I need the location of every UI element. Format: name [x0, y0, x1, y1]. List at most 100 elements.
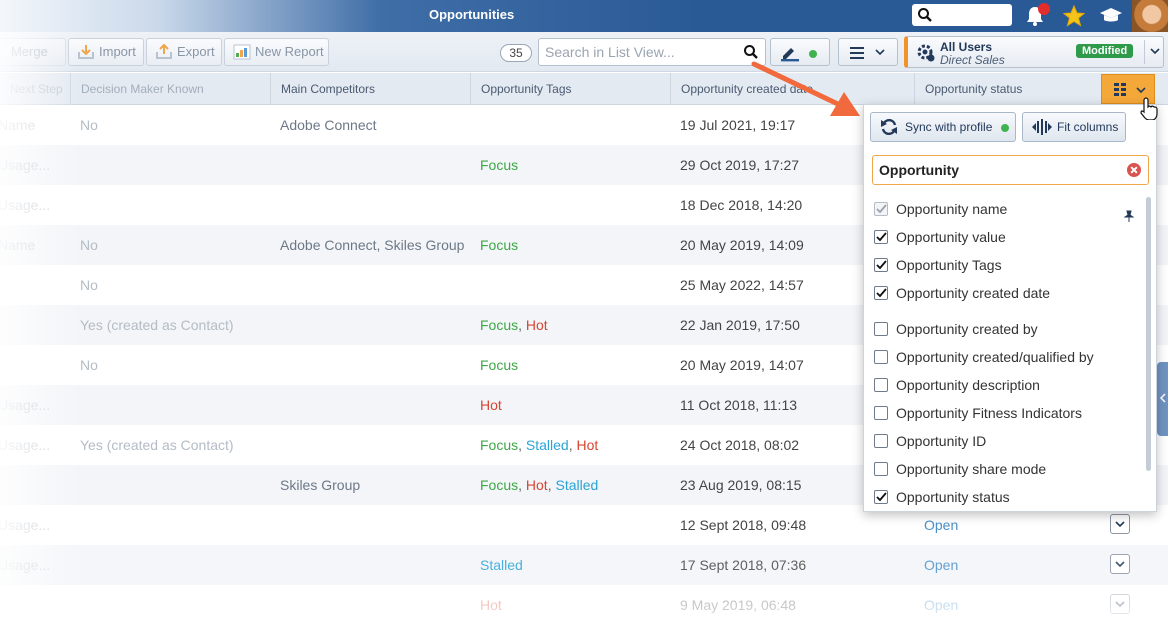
column-option-checkbox[interactable] [874, 462, 888, 476]
checkmark-icon [876, 232, 887, 242]
column-option-checkbox[interactable] [874, 434, 888, 448]
checkmark-icon [876, 260, 887, 270]
column-filter-field[interactable] [872, 155, 1149, 185]
column-option-checkbox[interactable] [874, 202, 888, 216]
column-option-checkbox[interactable] [874, 490, 888, 504]
new-report-button[interactable]: New Report [224, 38, 329, 66]
column-header-row: Next Step Decision Maker Known Main Comp… [0, 73, 1168, 105]
report-icon [233, 44, 251, 60]
list-view-search-input[interactable] [545, 43, 735, 61]
column-header-opportunity-tags[interactable]: Opportunity Tags [470, 73, 670, 105]
column-option[interactable]: Opportunity ID [872, 427, 1134, 455]
tag-hot[interactable]: Hot [526, 477, 548, 493]
global-search[interactable] [912, 4, 1012, 26]
chevron-down-icon [1115, 521, 1125, 528]
tag-hot[interactable]: Hot [577, 437, 599, 453]
sync-with-profile-button[interactable]: Sync with profile [870, 112, 1016, 142]
user-avatar[interactable] [1132, 0, 1168, 32]
import-icon [78, 45, 94, 59]
cell-status: Open [924, 557, 959, 573]
column-header-decision-maker[interactable]: Decision Maker Known [70, 73, 270, 105]
panel-scrollbar[interactable] [1146, 197, 1151, 471]
cell-created-date: 18 Dec 2018, 14:20 [680, 197, 803, 213]
tag-hot[interactable]: Hot [480, 597, 502, 613]
column-option-label: Opportunity ID [896, 433, 987, 449]
column-option-label: Opportunity created date [896, 285, 1051, 301]
cell-created-date: 29 Oct 2019, 17:27 [680, 157, 800, 173]
tag-focus[interactable]: Focus [480, 357, 518, 373]
column-option[interactable]: Opportunity created by [872, 315, 1134, 343]
view-profile-selector[interactable]: All Users Direct Sales Modified [904, 36, 1164, 68]
column-option-label: Opportunity created/qualified by [896, 349, 1094, 365]
cell-decision-maker: Yes (created as Contact) [80, 317, 234, 333]
column-filter-input[interactable] [879, 161, 1119, 179]
column-header-status[interactable]: Opportunity status [914, 73, 1100, 105]
notification-badge [1038, 3, 1050, 15]
cell-created-date: 20 May 2019, 14:07 [680, 357, 804, 373]
tag-focus[interactable]: Focus [480, 317, 518, 333]
column-chooser-panel: Sync with profile Fit columns Opportunit… [863, 104, 1157, 512]
title-bar: Opportunities [0, 0, 1168, 32]
cell-main-competitors: Adobe Connect [280, 117, 377, 133]
cell-created-date: 25 May 2022, 14:57 [680, 277, 804, 293]
chevron-down-icon[interactable] [1150, 47, 1160, 55]
favorites-star-icon[interactable] [1062, 4, 1086, 28]
column-option-label: Opportunity Fitness Indicators [896, 405, 1082, 421]
column-option[interactable]: Opportunity description [872, 371, 1134, 399]
list-view-search[interactable] [538, 38, 766, 66]
annotation-arrow-icon [751, 61, 860, 116]
cell-created-date: 9 May 2019, 06:48 [680, 597, 796, 613]
export-button[interactable]: Export [146, 38, 222, 66]
column-option[interactable]: Opportunity name [872, 195, 1135, 223]
column-header-main-competitors[interactable]: Main Competitors [270, 73, 470, 105]
table-row[interactable]: Usage... Stalled 17 Sept 2018, 07:36 Open [0, 545, 1168, 585]
merge-button[interactable]: Merge [0, 38, 66, 66]
chevron-left-icon [1159, 393, 1166, 403]
side-panel-toggle[interactable] [1157, 362, 1168, 436]
tag-stalled[interactable]: Stalled [526, 437, 569, 453]
tag-focus[interactable]: Focus [480, 437, 518, 453]
column-option[interactable]: Opportunity status [872, 483, 1134, 511]
toolbar: Merge Import Export New Report 35 All Us… [0, 32, 1168, 72]
column-option-checkbox[interactable] [874, 258, 888, 272]
column-option-checkbox[interactable] [874, 230, 888, 244]
search-icon [918, 8, 932, 22]
cell-status: Open [924, 597, 959, 613]
cell-next-step: Usage... [0, 397, 51, 413]
row-actions-button[interactable] [1110, 514, 1130, 534]
table-row[interactable]: Hot 9 May 2019, 06:48 Open [0, 585, 1168, 625]
column-option-checkbox[interactable] [874, 378, 888, 392]
app-title: Opportunities [429, 7, 515, 22]
tag-hot[interactable]: Hot [526, 317, 548, 333]
cell-opportunity-tags: Hot [480, 585, 502, 625]
import-button[interactable]: Import [68, 38, 144, 66]
tag-focus[interactable]: Focus [480, 477, 518, 493]
column-option[interactable]: Opportunity value [872, 223, 1134, 251]
tag-focus[interactable]: Focus [480, 237, 518, 253]
column-option-checkbox[interactable] [874, 286, 888, 300]
column-option[interactable]: Opportunity share mode [872, 455, 1134, 483]
academy-cap-icon[interactable] [1099, 5, 1123, 27]
row-actions-button[interactable] [1110, 554, 1130, 574]
cell-next-step: Usage... [0, 157, 51, 173]
column-option[interactable]: Opportunity created/qualified by [872, 343, 1134, 371]
tag-stalled[interactable]: Stalled [555, 477, 598, 493]
column-option[interactable]: Opportunity Tags [872, 251, 1134, 279]
cell-opportunity-tags: Focus, Stalled, Hot [480, 437, 599, 453]
column-header-next-step[interactable]: Next Step [0, 73, 70, 105]
tag-hot[interactable]: Hot [480, 397, 502, 413]
tag-stalled[interactable]: Stalled [480, 557, 523, 573]
tag-focus[interactable]: Focus [480, 157, 518, 173]
cell-next-step: Name [0, 117, 36, 133]
fit-columns-button[interactable]: Fit columns [1022, 112, 1126, 142]
column-option[interactable]: Opportunity Fitness Indicators [872, 399, 1134, 427]
column-option-checkbox[interactable] [874, 406, 888, 420]
hand-cursor-icon [1140, 97, 1158, 120]
column-option-checkbox[interactable] [874, 350, 888, 364]
row-actions-button[interactable] [1110, 594, 1130, 614]
column-option-checkbox[interactable] [874, 322, 888, 336]
column-option[interactable]: Opportunity created date [872, 279, 1134, 307]
chevron-down-icon [1136, 87, 1146, 94]
clear-filter-icon[interactable] [1127, 163, 1141, 177]
cell-opportunity-tags: Focus [480, 345, 518, 385]
